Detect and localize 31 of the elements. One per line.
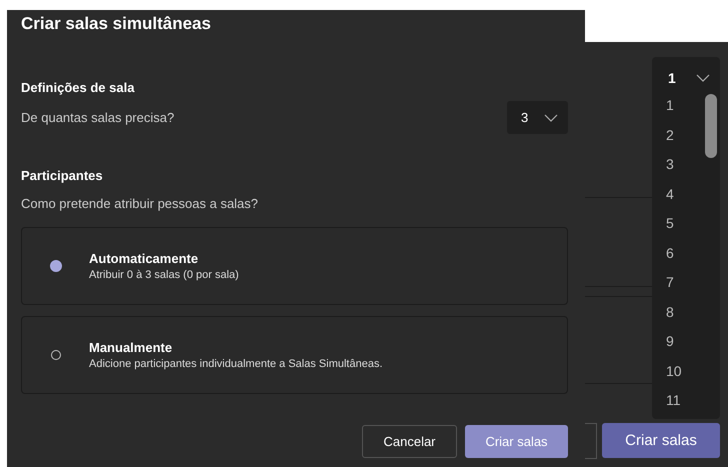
dropdown-option[interactable]: 1 xyxy=(666,91,720,120)
option-card[interactable]: Manualmente Adicione participantes individualmente a Salas Simultâneas. xyxy=(21,316,568,394)
option-title: Automaticamente xyxy=(89,251,200,266)
question-text: De quantas salas precisa? xyxy=(21,110,174,125)
dropdown-option[interactable]: 8 xyxy=(666,298,720,327)
dropdown-option[interactable]: 11 xyxy=(666,386,720,416)
option-title: Manualmente xyxy=(89,340,174,355)
radio-button[interactable] xyxy=(50,260,62,272)
dropdown-option[interactable]: 4 xyxy=(666,180,720,209)
dropdown-option[interactable]: 7 xyxy=(666,268,720,298)
dropdown-option[interactable]: 10 xyxy=(666,356,720,386)
dropdown-option[interactable]: 6 xyxy=(666,238,720,268)
question-text: Como pretende atribuir pessoas a salas? xyxy=(21,196,260,211)
chevron-icon xyxy=(544,114,558,122)
option-description: Adicione participantes individualmente a Salas Simultâneas. xyxy=(89,358,383,370)
dropdown-option[interactable]: 3 xyxy=(666,150,720,180)
section-heading: Participantes xyxy=(21,168,104,183)
radio-button[interactable] xyxy=(51,350,61,360)
cancel-button[interactable]: Cancelar xyxy=(362,425,457,458)
create-rooms-button[interactable]: Criar salas xyxy=(602,423,720,458)
section-heading: Definições de sala xyxy=(21,80,136,95)
chevron-icon xyxy=(696,74,710,82)
room-count-select[interactable]: 3 xyxy=(507,101,568,134)
dropdown-value: 1 xyxy=(668,70,676,86)
dialog-title: Criar salas simultâneas xyxy=(21,14,212,34)
scrollbar-thumb[interactable] xyxy=(705,94,717,158)
dropdown-option[interactable]: 9 xyxy=(666,327,720,356)
dropdown-option[interactable]: 2 xyxy=(666,120,720,150)
option-card[interactable]: Automaticamente Atribuir 0 à 3 salas (0 por sala) xyxy=(21,227,568,305)
option-description: Atribuir 0 à 3 salas (0 por sala) xyxy=(89,269,239,281)
dropdown-option[interactable]: 5 xyxy=(666,209,720,238)
